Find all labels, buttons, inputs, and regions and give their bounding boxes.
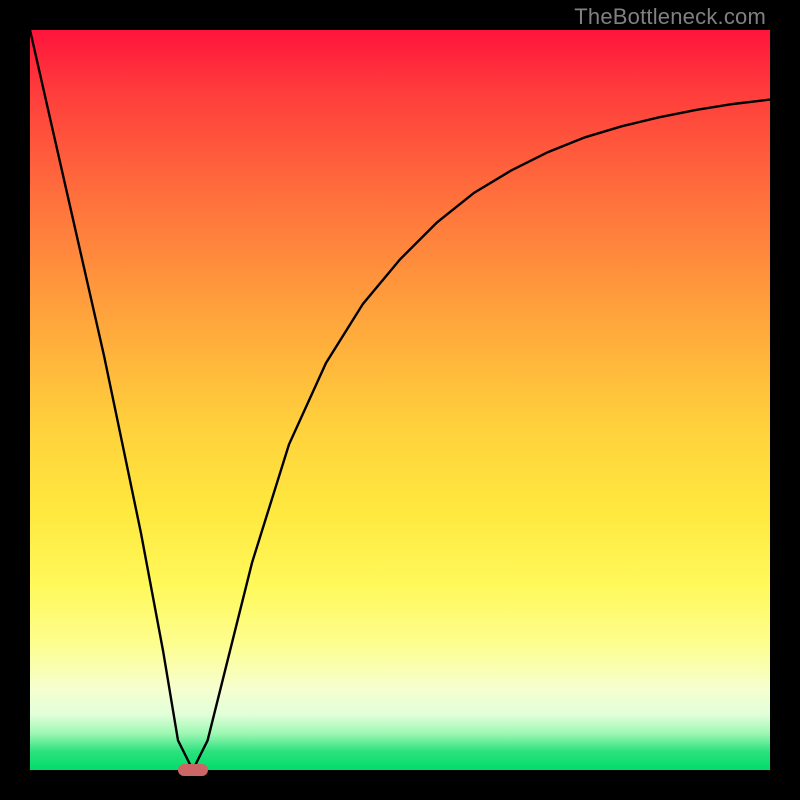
watermark-text: TheBottleneck.com bbox=[574, 4, 766, 30]
chart-plot-area bbox=[30, 30, 770, 770]
bottleneck-curve bbox=[30, 30, 770, 770]
optimum-marker bbox=[178, 764, 208, 776]
